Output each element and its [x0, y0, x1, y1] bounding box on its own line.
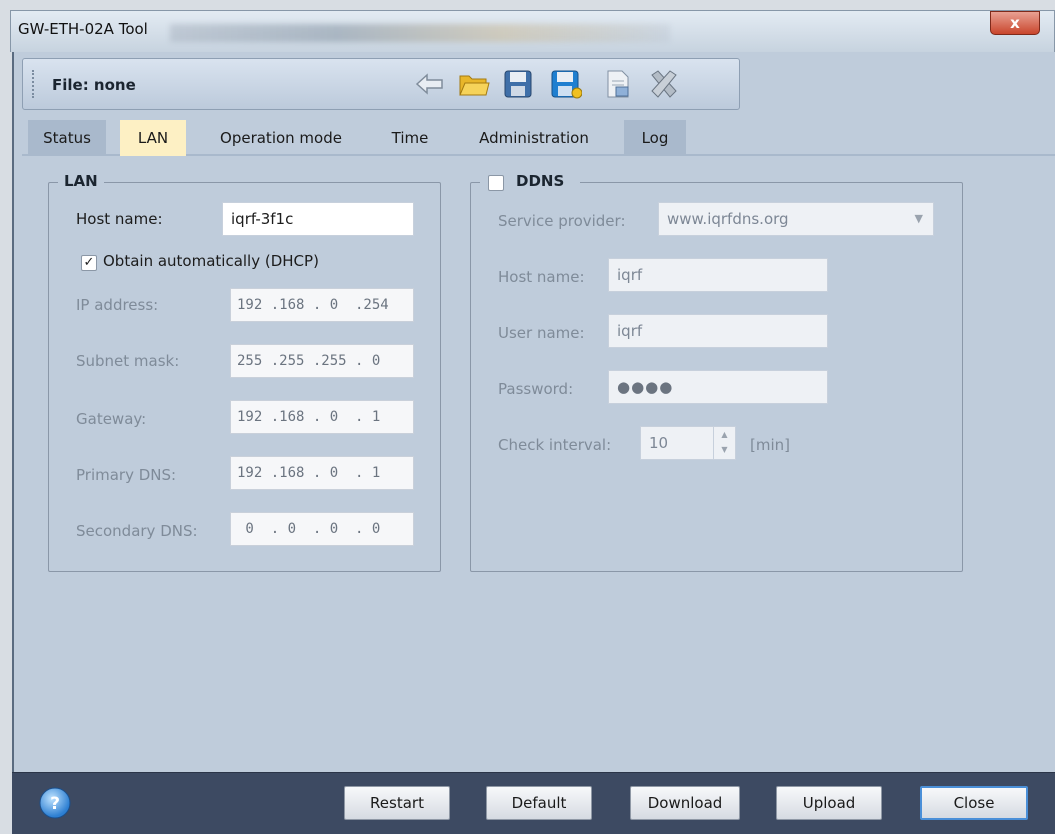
default-button[interactable]: Default [486, 786, 592, 820]
close-button[interactable]: Close [920, 786, 1028, 820]
chevron-down-icon: ▼ [914, 212, 923, 225]
check-interval-value: 10 [649, 434, 669, 452]
toolbar-grip[interactable] [32, 70, 34, 98]
window-title: GW-ETH-02A Tool [18, 20, 148, 38]
service-provider-value: www.iqrfdns.org [667, 210, 789, 228]
tab-time[interactable]: Time [376, 120, 444, 156]
ddns-group-title: DDNS [516, 172, 565, 190]
check-interval-unit: [min] [750, 436, 790, 454]
ddns-host-name-label: Host name: [498, 268, 585, 286]
ddns-host-name-input[interactable]: iqrf [608, 258, 828, 292]
gateway-field[interactable]: 192 .168 . 0 . 1 [230, 400, 414, 434]
spin-arrows-icon[interactable]: ▲ ▼ [713, 427, 735, 459]
user-name-label: User name: [498, 324, 585, 342]
subnet-mask-field[interactable]: 255 .255 .255 . 0 [230, 344, 414, 378]
secondary-dns-field[interactable]: 0 . 0 . 0 . 0 [230, 512, 414, 546]
user-name-input[interactable]: iqrf [608, 314, 828, 348]
delete-tools-icon[interactable] [646, 66, 682, 102]
service-provider-select[interactable]: www.iqrfdns.org ▼ [658, 202, 934, 236]
help-icon[interactable]: ? [38, 786, 72, 820]
save-icon[interactable] [500, 66, 536, 102]
password-label: Password: [498, 380, 574, 398]
tab-status[interactable]: Status [28, 120, 106, 156]
subnet-mask-label: Subnet mask: [76, 352, 180, 370]
primary-dns-label: Primary DNS: [76, 466, 177, 484]
document-view-icon[interactable] [600, 66, 636, 102]
tab-operation-mode[interactable]: Operation mode [196, 120, 366, 156]
lan-group-title: LAN [58, 172, 104, 190]
dhcp-label: Obtain automatically (DHCP) [103, 252, 319, 270]
service-provider-label: Service provider: [498, 212, 626, 230]
tab-administration[interactable]: Administration [458, 120, 610, 156]
ip-address-label: IP address: [76, 296, 159, 314]
secondary-dns-label: Secondary DNS: [76, 522, 198, 540]
ip-address-field[interactable]: 192 .168 . 0 .254 [230, 288, 414, 322]
password-input[interactable]: ●●●● [608, 370, 828, 404]
svg-text:?: ? [50, 794, 60, 814]
open-folder-icon[interactable] [456, 66, 492, 102]
dhcp-checkbox[interactable]: ✓ [81, 255, 97, 271]
gateway-label: Gateway: [76, 410, 147, 428]
background-taskbar-blur [170, 24, 670, 42]
download-button[interactable]: Download [630, 786, 740, 820]
back-arrow-icon[interactable] [412, 66, 448, 102]
primary-dns-field[interactable]: 192 .168 . 0 . 1 [230, 456, 414, 490]
file-name-label: File: none [52, 76, 136, 94]
ddns-enable-checkbox[interactable] [488, 175, 504, 191]
restart-button[interactable]: Restart [344, 786, 450, 820]
check-interval-label: Check interval: [498, 436, 612, 454]
tab-log[interactable]: Log [624, 120, 686, 156]
check-interval-spinbox[interactable]: 10 ▲ ▼ [640, 426, 736, 460]
host-name-label: Host name: [76, 210, 163, 228]
host-name-input[interactable]: iqrf-3f1c [222, 202, 414, 236]
upload-button[interactable]: Upload [776, 786, 882, 820]
tab-lan[interactable]: LAN [120, 120, 186, 156]
save-as-icon[interactable] [548, 66, 584, 102]
window-close-button[interactable]: x [990, 11, 1040, 35]
